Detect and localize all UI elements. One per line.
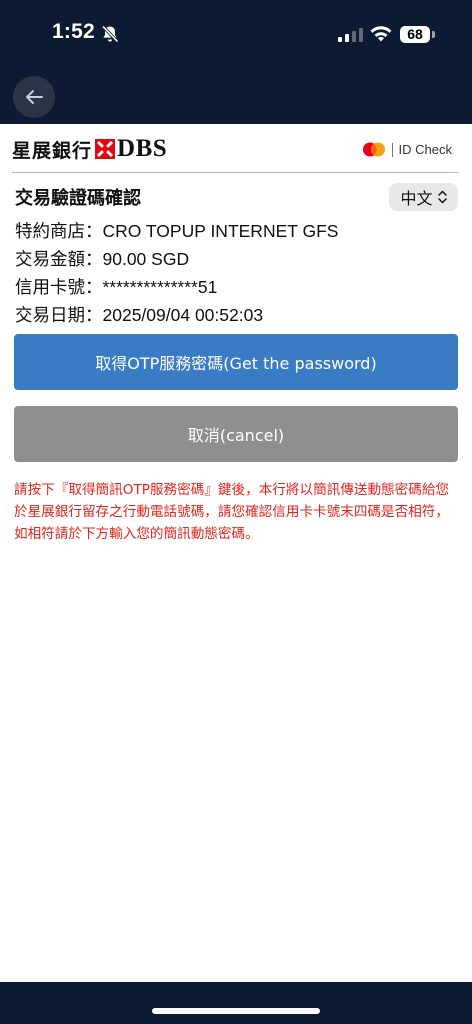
dbs-x-icon: [95, 139, 116, 159]
get-password-button[interactable]: 取得OTP服務密碼(Get the password): [14, 334, 458, 390]
language-select-value: 中文: [400, 189, 433, 208]
card-number-row: 信用卡號：**************51: [15, 274, 338, 302]
card-number-label: 信用卡號：: [15, 278, 103, 298]
home-indicator-area: [0, 982, 472, 1024]
header-divider: [12, 172, 459, 173]
cellular-signal-icon: [338, 28, 363, 42]
back-button[interactable]: [13, 76, 55, 118]
home-indicator[interactable]: [152, 1008, 320, 1014]
id-check-separator: [391, 142, 393, 157]
page-title: 交易驗證碼確認: [15, 188, 141, 209]
chevron-up-down-icon: [437, 190, 447, 204]
transaction-details: 特約商店：CRO TOPUP INTERNET GFS 交易金額：90.00 S…: [15, 218, 338, 330]
mastercard-icon: [362, 142, 385, 157]
logo-chinese-text: 星展銀行: [12, 139, 93, 162]
navigation-bar: [0, 70, 472, 124]
status-bar: 1:52 68: [0, 0, 472, 70]
amount-value: 90.00 SGD: [102, 249, 190, 269]
arrow-left-icon: [26, 90, 43, 104]
transaction-date-row: 交易日期：2025/09/04 00:52:03: [15, 302, 338, 330]
status-time: 1:52: [52, 20, 95, 43]
transaction-date-label: 交易日期：: [15, 306, 103, 326]
amount-row: 交易金額：90.00 SGD: [15, 246, 338, 274]
amount-label: 交易金額：: [15, 250, 103, 270]
mastercard-id-check: ID Check: [362, 142, 452, 157]
merchant-label: 特約商店：: [15, 222, 103, 242]
dbs-logo: 星展銀行 DBS: [12, 135, 168, 162]
card-number-value: **************51: [102, 277, 218, 297]
id-check-label: ID Check: [398, 142, 452, 157]
language-select[interactable]: 中文: [389, 183, 458, 211]
wifi-icon: [370, 26, 392, 42]
otp-page: 星展銀行 DBS ID Check 交易驗證碼確認 中文 特約商店：CRO TO…: [0, 124, 472, 982]
otp-instruction-note: 請按下『取得簡訊OTP服務密碼』鍵後，本行將以簡訊傳送動態密碼給您於星展銀行留存…: [14, 482, 450, 542]
bell-off-icon: [101, 25, 119, 43]
page-header: 星展銀行 DBS ID Check: [0, 124, 472, 172]
cancel-button[interactable]: 取消(cancel): [14, 406, 458, 462]
battery-tip: [432, 31, 435, 38]
battery-indicator: 68: [400, 26, 430, 43]
merchant-row: 特約商店：CRO TOPUP INTERNET GFS: [15, 218, 338, 246]
logo-english-text: DBS: [117, 135, 168, 162]
transaction-date-value: 2025/09/04 00:52:03: [102, 305, 264, 325]
merchant-value: CRO TOPUP INTERNET GFS: [102, 221, 339, 241]
